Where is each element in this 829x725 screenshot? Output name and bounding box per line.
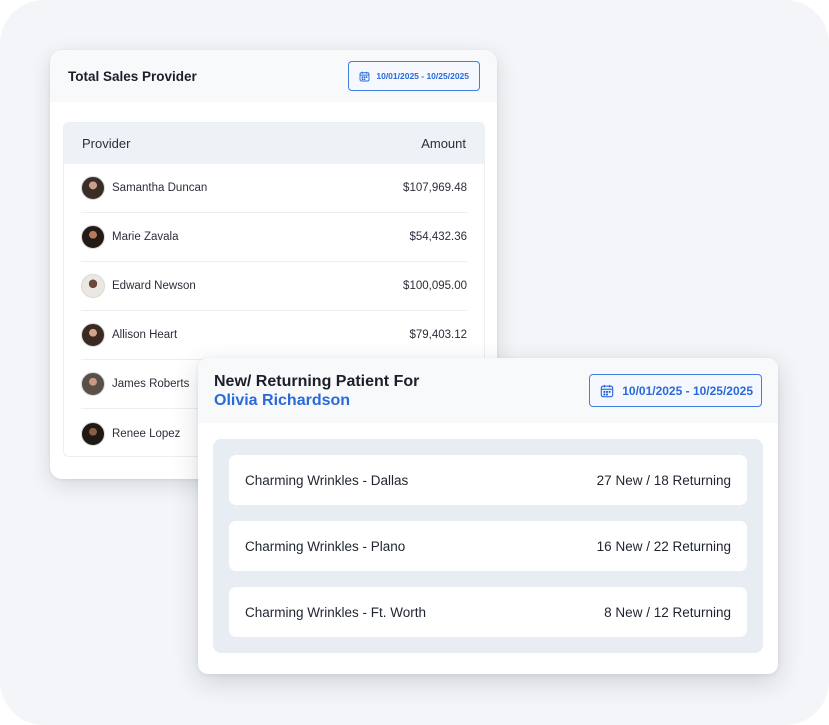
sales-date-range-button[interactable]: 10/01/2025 - 10/25/2025 — [348, 61, 480, 91]
location-name: Charming Wrinkles - Ft. Worth — [245, 604, 427, 620]
amount-cell: $79,403.12 — [409, 329, 467, 341]
patient-date-range-button[interactable]: 10/01/2025 - 10/25/2025 — [589, 374, 762, 407]
patient-card-title: New/ Returning Patient For Olivia Richar… — [214, 372, 419, 410]
table-row[interactable]: Allison Heart $79,403.12 — [81, 311, 467, 360]
provider-cell: Samantha Duncan — [81, 176, 207, 200]
patient-card-title-line1: New/ Returning Patient For — [214, 372, 420, 390]
avatar — [81, 421, 105, 446]
location-stats: 27 New / 18 Returning — [596, 472, 731, 488]
location-list: Charming Wrinkles - Dallas 27 New / 18 R… — [213, 439, 763, 653]
location-name: Charming Wrinkles - Dallas — [245, 472, 409, 488]
column-header-amount: Amount — [421, 136, 466, 151]
calendar-icon — [359, 71, 370, 82]
patient-name: Olivia Richardson — [214, 391, 351, 409]
provider-cell: Renee Lopez — [81, 421, 181, 446]
sales-table-header: Provider Amount — [64, 123, 484, 164]
provider-cell: Edward Newson — [81, 274, 196, 298]
amount-cell: $107,969.48 — [403, 182, 467, 194]
column-header-provider: Provider — [82, 136, 131, 151]
avatar — [81, 372, 105, 396]
provider-name: Edward Newson — [112, 280, 196, 292]
provider-name: James Roberts — [112, 378, 190, 390]
location-stats: 8 New / 12 Returning — [604, 604, 731, 620]
table-row[interactable]: Edward Newson $100,095.00 — [81, 262, 467, 311]
list-item[interactable]: Charming Wrinkles - Dallas 27 New / 18 R… — [229, 455, 747, 505]
calendar-icon — [600, 384, 614, 398]
patient-card-header: New/ Returning Patient For Olivia Richar… — [198, 358, 778, 423]
sales-card-title: Total Sales Provider — [68, 68, 197, 84]
avatar — [81, 225, 105, 249]
provider-cell: Allison Heart — [81, 323, 177, 347]
provider-name: Renee Lopez — [112, 427, 181, 440]
sales-card-header: Total Sales Provider 10/01/2025 - 10/25/… — [50, 50, 497, 102]
sales-date-range-label: 10/01/2025 - 10/25/2025 — [376, 71, 469, 81]
table-row[interactable]: Samantha Duncan $107,969.48 — [81, 164, 467, 213]
provider-name: Marie Zavala — [112, 231, 179, 243]
avatar — [81, 323, 105, 347]
provider-name: Samantha Duncan — [112, 182, 208, 194]
new-returning-patient-card: New/ Returning Patient For Olivia Richar… — [198, 358, 778, 674]
provider-cell: James Roberts — [81, 372, 189, 396]
list-item[interactable]: Charming Wrinkles - Plano 16 New / 22 Re… — [229, 521, 747, 571]
patient-date-range-label: 10/01/2025 - 10/25/2025 — [622, 383, 753, 398]
location-stats: 16 New / 22 Returning — [596, 538, 731, 554]
avatar — [81, 176, 105, 200]
location-name: Charming Wrinkles - Plano — [245, 538, 406, 554]
provider-name: Allison Heart — [112, 329, 178, 341]
avatar — [81, 274, 105, 298]
amount-cell: $100,095.00 — [403, 280, 467, 292]
table-row[interactable]: Marie Zavala $54,432.36 — [81, 213, 467, 262]
provider-cell: Marie Zavala — [81, 225, 178, 249]
list-item[interactable]: Charming Wrinkles - Ft. Worth 8 New / 12… — [229, 587, 747, 637]
amount-cell: $54,432.36 — [409, 231, 467, 243]
